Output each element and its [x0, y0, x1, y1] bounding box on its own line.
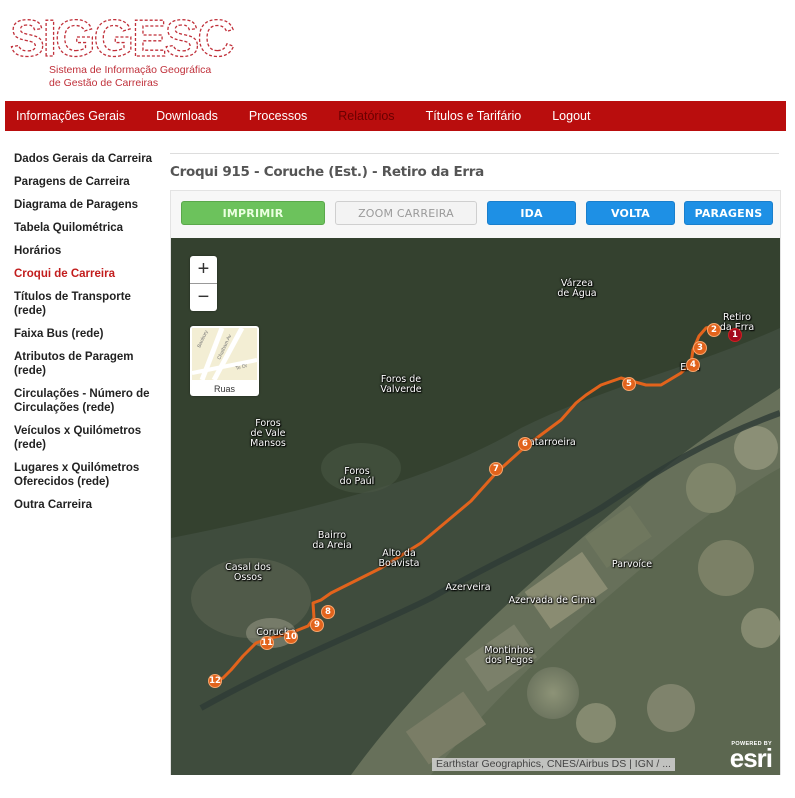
map-toolbar: IMPRIMIR ZOOM CARREIRA IDA VOLTA PARAGEN… [171, 191, 780, 238]
logo-subtitle: Sistema de Informação Geográfica de Gest… [49, 64, 211, 90]
sidebar-item-atributos-paragem[interactable]: Atributos de Paragem (rede) [14, 350, 159, 378]
nav-processos[interactable]: Processos [249, 109, 307, 123]
basemap-toggle[interactable]: Banbury Chatham Av Te Dr Ruas [190, 326, 259, 396]
nav-informacoes-gerais[interactable]: Informações Gerais [16, 109, 125, 123]
place-label-montinhos-dos-pegos: Montinhos dos Pegos [484, 645, 534, 666]
stop-marker[interactable]: 12 [208, 674, 222, 688]
sidebar-item-circulacoes[interactable]: Circulações - Número de Circulações (red… [14, 387, 159, 415]
stop-marker[interactable]: 1 [728, 328, 742, 342]
map-attribution[interactable]: Earthstar Geographics, CNES/Airbus DS | … [432, 758, 675, 771]
sidebar-item-tabela-quilometrica[interactable]: Tabela Quilométrica [14, 221, 159, 235]
sidebar: Dados Gerais da Carreira Paragens de Car… [14, 152, 159, 521]
place-label-azervada-de-cima: Azervada de Cima [508, 595, 596, 606]
zoom-in-button[interactable]: + [190, 256, 217, 283]
stop-marker[interactable]: 7 [489, 462, 503, 476]
paragens-button[interactable]: PARAGENS [684, 201, 773, 225]
sidebar-item-horarios[interactable]: Horários [14, 244, 159, 258]
satellite-imagery [171, 238, 780, 775]
esri-wordmark: esri [729, 743, 773, 773]
logo-wordmark: SIGGESC [9, 9, 237, 68]
map-panel: IMPRIMIR ZOOM CARREIRA IDA VOLTA PARAGEN… [170, 190, 781, 775]
stop-marker[interactable]: 8 [321, 605, 335, 619]
page-title: Croqui 915 - Coruche (Est.) - Retiro da … [170, 164, 484, 180]
sidebar-item-paragens-carreira[interactable]: Paragens de Carreira [14, 175, 159, 189]
sidebar-item-dados-gerais[interactable]: Dados Gerais da Carreira [14, 152, 159, 166]
sidebar-item-croqui-carreira[interactable]: Croqui de Carreira [14, 267, 159, 281]
stop-marker[interactable]: 9 [310, 618, 324, 632]
svg-text:SIGGESC: SIGGESC [10, 10, 234, 64]
print-button[interactable]: IMPRIMIR [181, 201, 325, 225]
sidebar-item-veiculos-km[interactable]: Veículos x Quilómetros (rede) [14, 424, 159, 452]
place-label-varzea-de-agua: Várzea de Água [557, 278, 597, 299]
stop-marker[interactable]: 4 [686, 358, 700, 372]
stop-marker[interactable]: 11 [260, 636, 274, 650]
siggesc-logo[interactable]: SIGGESC Sistema de Informação Geográfica… [8, 8, 268, 93]
logo-subtitle-line1: Sistema de Informação Geográfica [49, 64, 212, 76]
sidebar-item-faixa-bus[interactable]: Faixa Bus (rede) [14, 327, 159, 341]
ida-button[interactable]: IDA [487, 201, 576, 225]
main-nav: Informações Gerais Downloads Processos R… [5, 101, 786, 131]
stop-marker[interactable]: 5 [622, 377, 636, 391]
place-label-bairro-da-areia: Bairro da Areia [312, 530, 352, 551]
nav-downloads[interactable]: Downloads [156, 109, 218, 123]
sidebar-item-diagrama-paragens[interactable]: Diagrama de Paragens [14, 198, 159, 212]
stop-marker[interactable]: 2 [707, 323, 721, 337]
sidebar-item-outra-carreira[interactable]: Outra Carreira [14, 498, 159, 512]
volta-button[interactable]: VOLTA [586, 201, 675, 225]
nav-relatorios[interactable]: Relatórios [338, 109, 394, 123]
place-label-azerveira: Azerveira [445, 582, 491, 593]
place-label-alto-da-boavista: Alto da Boavista [378, 548, 420, 569]
place-label-parvoice: Parvoíce [611, 559, 653, 570]
nav-titulos-tarifario[interactable]: Títulos e Tarifário [426, 109, 522, 123]
esri-logo[interactable]: POWERED BY esri [729, 741, 773, 773]
sidebar-item-lugares-km[interactable]: Lugares x Quilómetros Oferecidos (rede) [14, 461, 159, 489]
stop-marker[interactable]: 6 [518, 437, 532, 451]
nav-logout[interactable]: Logout [552, 109, 590, 123]
place-label-foros-do-paul: Foros do Paúl [339, 466, 375, 487]
logo-subtitle-line2: de Gestão de Carreiras [49, 77, 159, 89]
zoom-out-button[interactable]: − [190, 283, 217, 310]
basemap-label: Ruas [213, 384, 235, 394]
satellite-map[interactable]: Várzea de Água Retiro da Erra Erra Foros… [171, 238, 780, 775]
streets-basemap-thumbnail: Banbury Chatham Av Te Dr [192, 328, 257, 380]
place-label-foros-de-valverde: Foros de Valverde [380, 374, 422, 395]
zoom-route-button[interactable]: ZOOM CARREIRA [335, 201, 477, 225]
stop-marker[interactable]: 10 [284, 630, 298, 644]
content-divider [170, 153, 779, 154]
sidebar-item-titulos-transporte[interactable]: Títulos de Transporte (rede) [14, 290, 159, 318]
place-label-casal-dos-ossos: Casal dos Ossos [225, 562, 271, 583]
stop-marker[interactable]: 3 [693, 341, 707, 355]
place-label-foros-de-vale-mansos: Foros de Vale Mansos [250, 418, 286, 449]
zoom-control: + − [190, 256, 217, 311]
